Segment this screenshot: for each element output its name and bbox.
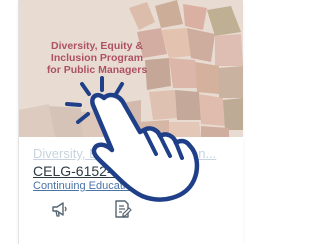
assignment-icon[interactable] [111, 198, 133, 220]
course-card[interactable]: Diversity, Equity & Inclusion Program fo… [18, 0, 243, 244]
hero-title-line-2: Inclusion Program [50, 52, 144, 64]
course-code-link[interactable]: CELG-6152-SP21-May 5 [33, 162, 238, 180]
course-card-body: Diversity, Equity and Inclusion... CELG-… [33, 146, 238, 193]
hero-program-title: Diversity, Equity & Inclusion Program fo… [37, 40, 157, 76]
hero-title-line-3: for Public Managers [46, 64, 148, 76]
course-card-hero-image[interactable]: Diversity, Equity & Inclusion Program fo… [19, 0, 243, 137]
course-name-link[interactable]: Diversity, Equity and Inclusion... [33, 146, 238, 161]
hero-title-line-1: Diversity, Equity & [51, 40, 143, 52]
course-card-actions [35, 198, 215, 222]
megaphone-icon[interactable] [49, 198, 71, 220]
course-term-link[interactable]: Continuing Education [33, 180, 238, 193]
